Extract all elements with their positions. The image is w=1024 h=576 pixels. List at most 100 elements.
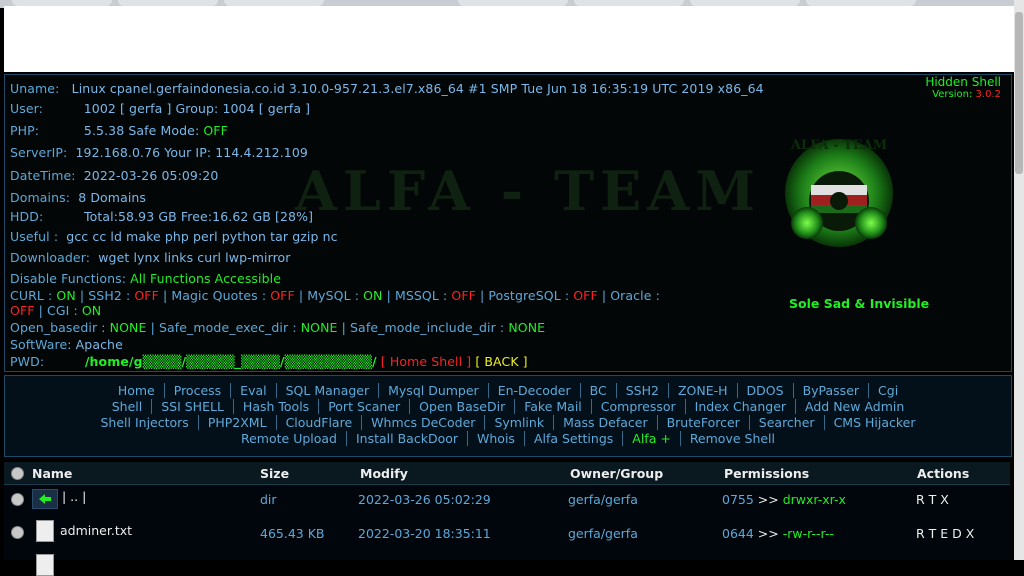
perm-string: -rw-r--r-- — [782, 526, 834, 541]
perm-number: 0644 — [722, 526, 754, 541]
version-number: 3.0.2 — [975, 89, 1001, 100]
safe-include-dir-value: NONE — [508, 320, 546, 335]
menu-item-cms-hijacker[interactable]: CMS Hijacker — [823, 415, 925, 430]
menu-item-add-new-admin[interactable]: Add New Admin — [795, 399, 914, 414]
menu-item-whmcs-decoder[interactable]: Whmcs DeCoder — [361, 415, 485, 430]
server-ip-row: ServerIP: 192.168.0.76 Your IP: 114.4.21… — [10, 145, 308, 160]
pwd-path-link[interactable]: /home/g▒▒▒▒/▒▒▒▒▒_▒▒▒▒/▒▒▒▒▒▒▒▒▒/ — [85, 354, 377, 369]
basedir-row: Open_basedir : NONE | Safe_mode_exec_dir… — [10, 320, 545, 335]
menu-item-mass-defacer[interactable]: Mass Defacer — [553, 415, 657, 430]
menu-item-port-scaner[interactable]: Port Scaner — [318, 399, 410, 414]
menu-item-home[interactable]: Home — [109, 383, 164, 398]
menu-item-bypasser[interactable]: ByPasser — [792, 383, 869, 398]
row-name[interactable]: adminer.txt — [60, 523, 132, 538]
menu-item-install-backdoor[interactable]: Install BackDoor — [346, 431, 468, 446]
menu-line-4: Remote Upload Install BackDoor Whois Alfa S… — [5, 431, 1011, 447]
menu-item-fake-mail[interactable]: Fake Mail — [514, 399, 591, 414]
header-modify[interactable]: Modify — [360, 466, 408, 481]
menu-item-searcher[interactable]: Searcher — [748, 415, 824, 430]
menu-item-process[interactable]: Process — [163, 383, 231, 398]
menu-item-sql-manager[interactable]: SQL Manager — [275, 383, 379, 398]
select-all-radio[interactable] — [11, 467, 24, 480]
back-link[interactable]: [ BACK ] — [475, 354, 527, 369]
datetime-value: 2022-03-26 05:09:20 — [83, 168, 219, 183]
uname-label: Uname: — [10, 81, 60, 96]
menu-item-bc[interactable]: BC — [579, 383, 616, 398]
menu-item-remote-upload[interactable]: Remote Upload — [232, 431, 346, 446]
menu-item-eval[interactable]: Eval — [230, 383, 276, 398]
menu-item-shell-injectors[interactable]: Shell Injectors — [92, 415, 198, 430]
row-owner: gerfa/gerfa — [568, 492, 638, 507]
row-permissions[interactable]: 0755 >> drwxr-xr-x — [722, 492, 846, 507]
row-actions[interactable]: R T E D X — [916, 526, 974, 541]
menu-item-ssi-shell[interactable]: SSI SHELL — [151, 399, 233, 414]
file-table: Name Size Modify Owner/Group Permissions… — [4, 462, 1010, 576]
cgi-label: | CGI : — [38, 303, 78, 318]
row-permissions[interactable]: 0644 >> -rw-r--r-- — [722, 526, 834, 541]
brand: Hidden Shell Version: 3.0.2 — [925, 75, 1001, 100]
curl-value: ON — [56, 288, 76, 303]
menu-item-open-basedir[interactable]: Open BaseDir — [409, 399, 515, 414]
domains-label: Domains: — [10, 190, 71, 205]
server-ip-label: ServerIP: — [10, 145, 68, 160]
row-actions[interactable]: R T X — [916, 492, 949, 507]
row-name[interactable]: | .. | — [62, 489, 86, 504]
menu-item-en-decoder[interactable]: En-Decoder — [487, 383, 580, 398]
menu-item-ddos[interactable]: DDOS — [736, 383, 793, 398]
menu-item-php2xml[interactable]: PHP2XML — [197, 415, 276, 430]
page-scrollbar[interactable] — [1014, 0, 1024, 560]
menu-item-alfa[interactable]: Alfa + — [622, 431, 680, 446]
domains-value: 8 Domains — [78, 190, 147, 205]
parent-folder-button[interactable] — [32, 489, 58, 509]
header-owner-group[interactable]: Owner/Group — [570, 466, 663, 481]
tools-menu: Home Process Eval SQL Manager Mysql Dumper En… — [4, 375, 1012, 457]
menu-item-zone-h[interactable]: ZONE-H — [667, 383, 737, 398]
row-modify[interactable]: 2022-03-20 18:35:11 — [358, 526, 491, 541]
text-file-icon — [36, 554, 54, 576]
server-ip-value: 192.168.0.76 Your IP: 114.4.212.109 — [75, 145, 308, 160]
disable-functions-value: All Functions Accessible — [130, 271, 282, 286]
scrollbar-thumb[interactable] — [1015, 12, 1023, 174]
menu-item-cgi[interactable]: Cgi — [868, 383, 908, 398]
menu-item-cloudflare[interactable]: CloudFlare — [275, 415, 362, 430]
watermark-text: ALFA - TEAM — [295, 159, 761, 223]
hdd-label: HDD: — [10, 209, 44, 224]
menu-item-compressor[interactable]: Compressor — [590, 399, 685, 414]
menu-item-symlink[interactable]: Symlink — [484, 415, 554, 430]
menu-item-bruteforcer[interactable]: BruteForcer — [656, 415, 749, 430]
server-info-panel: ALFA - TEAM Hidden Shell Version: 3.0.2 … — [4, 74, 1012, 372]
extensions-row-2: OFF | CGI : ON — [10, 303, 101, 318]
php-label: PHP: — [10, 123, 40, 138]
uname-value: Linux cpanel.gerfaindonesia.co.id 3.10.0… — [71, 81, 764, 96]
datetime-row: DateTime: 2022-03-26 05:09:20 — [10, 168, 218, 183]
menu-line-2: Shell SSI SHELL Hash Tools Port Scaner Open … — [5, 399, 1011, 415]
user-value: 1002 [ gerfa ] Group: 1004 [ gerfa ] — [83, 101, 311, 116]
hdd-value: Total:58.93 GB Free:16.62 GB [28%] — [84, 209, 314, 224]
menu-item-whois[interactable]: Whois — [467, 431, 524, 446]
row-select-radio[interactable] — [11, 493, 24, 506]
header-size[interactable]: Size — [260, 466, 289, 481]
hdd-row: HDD: Total:58.93 GB Free:16.62 GB [28%] — [10, 209, 313, 224]
text-file-icon — [36, 520, 54, 542]
pwd-label: PWD: — [10, 354, 45, 369]
mysql-value: ON — [363, 288, 383, 303]
menu-item-ssh2[interactable]: SSH2 — [615, 383, 668, 398]
menu-item-alfa-settings[interactable]: Alfa Settings — [523, 431, 623, 446]
row-owner: gerfa/gerfa — [568, 526, 638, 541]
menu-item-remove-shell[interactable]: Remove Shell — [679, 431, 785, 446]
menu-item-index-changer[interactable]: Index Changer — [684, 399, 796, 414]
datetime-label: DateTime: — [10, 168, 76, 183]
header-name[interactable]: Name — [32, 466, 72, 481]
ssh2-label: | SSH2 : — [79, 288, 131, 303]
downloader-value: wget lynx links curl lwp-mirror — [98, 250, 291, 265]
menu-item-shell[interactable]: Shell — [103, 399, 152, 414]
menu-item-mysql-dumper[interactable]: Mysql Dumper — [378, 383, 488, 398]
home-shell-link[interactable]: [ Home Shell ] — [381, 354, 471, 369]
perm-number: 0755 — [722, 492, 754, 507]
header-permissions[interactable]: Permissions — [724, 466, 809, 481]
row-modify[interactable]: 2022-03-26 05:02:29 — [358, 492, 491, 507]
row-select-radio[interactable] — [11, 526, 24, 539]
menu-line-1: Home Process Eval SQL Manager Mysql Dumper En… — [5, 383, 1011, 399]
menu-item-hash-tools[interactable]: Hash Tools — [232, 399, 319, 414]
useful-row: Useful : gcc cc ld make php perl python … — [10, 229, 338, 244]
